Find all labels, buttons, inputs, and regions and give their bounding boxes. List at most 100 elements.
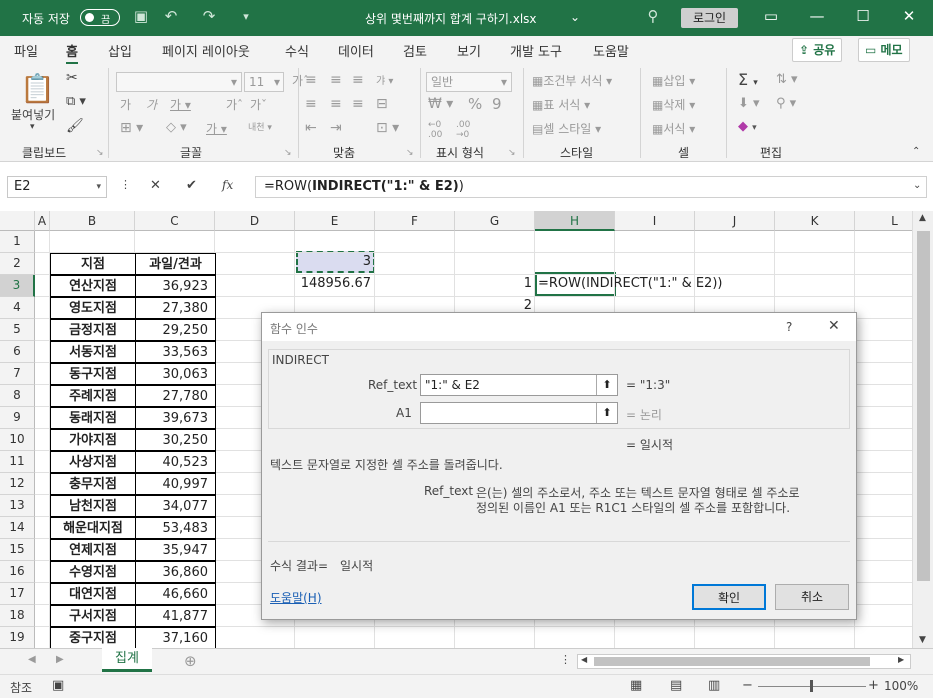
align-right-icon[interactable]: ≡ [352, 96, 364, 112]
tab-file[interactable]: 파일 [14, 41, 38, 60]
scroll-down-icon[interactable]: ▼ [919, 635, 926, 645]
zoom-out-icon[interactable]: − [742, 678, 753, 693]
collapse-dialog-icon-2[interactable]: ⬆ [596, 403, 617, 423]
row-header-10[interactable]: 10 [0, 429, 35, 451]
bold-icon[interactable]: 가 [120, 96, 131, 113]
tab-page-layout[interactable]: 페이지 레이아웃 [162, 41, 250, 60]
page-break-view-icon[interactable]: ▥ [708, 678, 720, 693]
branch-name-cell[interactable]: 해운대지점 [50, 517, 136, 539]
number-launcher-icon[interactable]: ↘ [508, 148, 516, 158]
zoom-level[interactable]: 100% [884, 679, 918, 693]
align-bottom-icon[interactable]: ≡ [352, 72, 364, 88]
col-header-l[interactable]: L [855, 211, 912, 231]
row-header-18[interactable]: 18 [0, 605, 35, 627]
branch-name-cell[interactable]: 가야지점 [50, 429, 136, 451]
clipboard-launcher-icon[interactable]: ↘ [96, 148, 104, 158]
accessibility-icon[interactable]: ▣ [52, 678, 64, 693]
col-header-g[interactable]: G [455, 211, 535, 231]
fruit-nuts-value-cell[interactable]: 30,250 [135, 429, 216, 451]
font-size-combo[interactable]: 11 ▾ [244, 72, 284, 92]
copy-icon[interactable]: ⧉ ▾ [66, 94, 86, 109]
branch-name-cell[interactable]: 동래지점 [50, 407, 136, 429]
align-left-icon[interactable]: ≡ [305, 96, 317, 112]
cancel-entry-icon[interactable]: ✕ [150, 178, 161, 193]
name-box[interactable]: E2 ▾ [7, 176, 107, 198]
fruit-nuts-value-cell[interactable]: 30,063 [135, 363, 216, 385]
page-layout-view-icon[interactable]: ▤ [670, 678, 682, 693]
wrap-text-icon[interactable]: ⊟ [376, 96, 388, 112]
tab-help[interactable]: 도움말 [593, 41, 629, 60]
cell-e3[interactable]: 148956.67 [296, 273, 371, 295]
merge-center-icon[interactable]: ⊡ ▾ [376, 120, 399, 136]
cell-e2[interactable]: 3 [296, 251, 371, 273]
borders-icon[interactable]: ⊞ ▾ [120, 120, 143, 136]
align-top-icon[interactable]: ≡ [305, 72, 317, 88]
branch-name-cell[interactable]: 중구지점 [50, 627, 136, 648]
row-header-12[interactable]: 12 [0, 473, 35, 495]
scroll-up-icon[interactable]: ▲ [919, 213, 926, 223]
minimize-icon[interactable]: — [806, 7, 828, 25]
row-header-15[interactable]: 15 [0, 539, 35, 561]
row-header-17[interactable]: 17 [0, 583, 35, 605]
cut-icon[interactable]: ✂ [66, 70, 78, 86]
cancel-button[interactable]: 취소 [775, 584, 849, 610]
branch-name-cell[interactable]: 금정지점 [50, 319, 136, 341]
col-header-e[interactable]: E [295, 211, 375, 231]
fruit-nuts-value-cell[interactable]: 35,947 [135, 539, 216, 561]
vertical-scroll-thumb[interactable] [917, 231, 930, 581]
login-button[interactable]: 로그인 [681, 8, 738, 28]
branch-name-cell[interactable]: 사상지점 [50, 451, 136, 473]
row-header-4[interactable]: 4 [0, 297, 35, 319]
customize-qat-icon[interactable]: ▾ [235, 10, 257, 23]
branch-name-cell[interactable]: 동구지점 [50, 363, 136, 385]
branch-name-cell[interactable]: 구서지점 [50, 605, 136, 627]
fruit-nuts-value-cell[interactable]: 37,160 [135, 627, 216, 648]
row-header-6[interactable]: 6 [0, 341, 35, 363]
branch-name-cell[interactable]: 영도지점 [50, 297, 136, 319]
row-header-16[interactable]: 16 [0, 561, 35, 583]
autosave-toggle[interactable]: 끔 [80, 9, 120, 26]
autosum-icon[interactable]: Σ ▾ [738, 70, 758, 89]
fruit-nuts-value-cell[interactable]: 53,483 [135, 517, 216, 539]
search-icon[interactable]: ⚲ [642, 7, 664, 25]
branch-name-cell[interactable]: 연산지점 [50, 275, 136, 297]
col-header-i[interactable]: I [615, 211, 695, 231]
paste-icon[interactable]: 📋 [20, 72, 55, 105]
col-header-c[interactable]: C [135, 211, 215, 231]
branch-name-cell[interactable]: 주례지점 [50, 385, 136, 407]
format-cells-button[interactable]: ▦서식 ▾ [652, 120, 695, 137]
redo-icon[interactable]: ↷ [198, 7, 220, 25]
formula-input[interactable]: =ROW(INDIRECT("1:" & E2)) [255, 176, 927, 198]
col-header-f[interactable]: F [375, 211, 455, 231]
sheet-tab-jipgye[interactable]: 집계 [102, 648, 152, 672]
row-header-8[interactable]: 8 [0, 385, 35, 407]
cell-styles-button[interactable]: ▤셀 스타일 ▾ [532, 120, 601, 137]
insert-cells-button[interactable]: ▦삽입 ▾ [652, 72, 695, 89]
zoom-in-icon[interactable]: + [868, 678, 879, 693]
tab-home[interactable]: 홈 [66, 41, 78, 65]
dialog-close-icon[interactable]: ✕ [828, 318, 840, 334]
branch-name-cell[interactable]: 대연지점 [50, 583, 136, 605]
italic-icon[interactable]: 가 [146, 96, 157, 113]
col-header-a[interactable]: A [35, 211, 50, 231]
normal-view-icon[interactable]: ▦ [630, 678, 642, 693]
fill-icon[interactable]: ⬇ ▾ [738, 96, 760, 111]
fruit-nuts-value-cell[interactable]: 46,660 [135, 583, 216, 605]
row-header-14[interactable]: 14 [0, 517, 35, 539]
fruit-nuts-value-cell[interactable]: 40,997 [135, 473, 216, 495]
fruit-nuts-value-cell[interactable]: 41,877 [135, 605, 216, 627]
collapse-dialog-icon[interactable]: ⬆ [596, 375, 617, 395]
align-center-icon[interactable]: ≡ [330, 96, 342, 112]
dialog-help-icon[interactable]: ? [786, 320, 792, 334]
cell-h3-editing[interactable]: =ROW(INDIRECT("1:" & E2)) [538, 273, 798, 295]
font-launcher-icon[interactable]: ↘ [284, 148, 292, 158]
enter-entry-icon[interactable]: ✔ [186, 178, 197, 193]
sort-filter-icon[interactable]: ⇅ ▾ [776, 72, 798, 87]
table-header-branch[interactable]: 지점 [50, 253, 136, 275]
share-button[interactable]: ⇪ 공유 [792, 38, 843, 62]
fruit-nuts-value-cell[interactable]: 39,673 [135, 407, 216, 429]
insert-function-icon[interactable]: fx [222, 178, 233, 192]
close-icon[interactable]: ✕ [898, 7, 920, 25]
shrink-font-size-icon[interactable]: 가ˇ [250, 96, 267, 113]
number-format-combo[interactable]: 일반 ▾ [426, 72, 512, 92]
